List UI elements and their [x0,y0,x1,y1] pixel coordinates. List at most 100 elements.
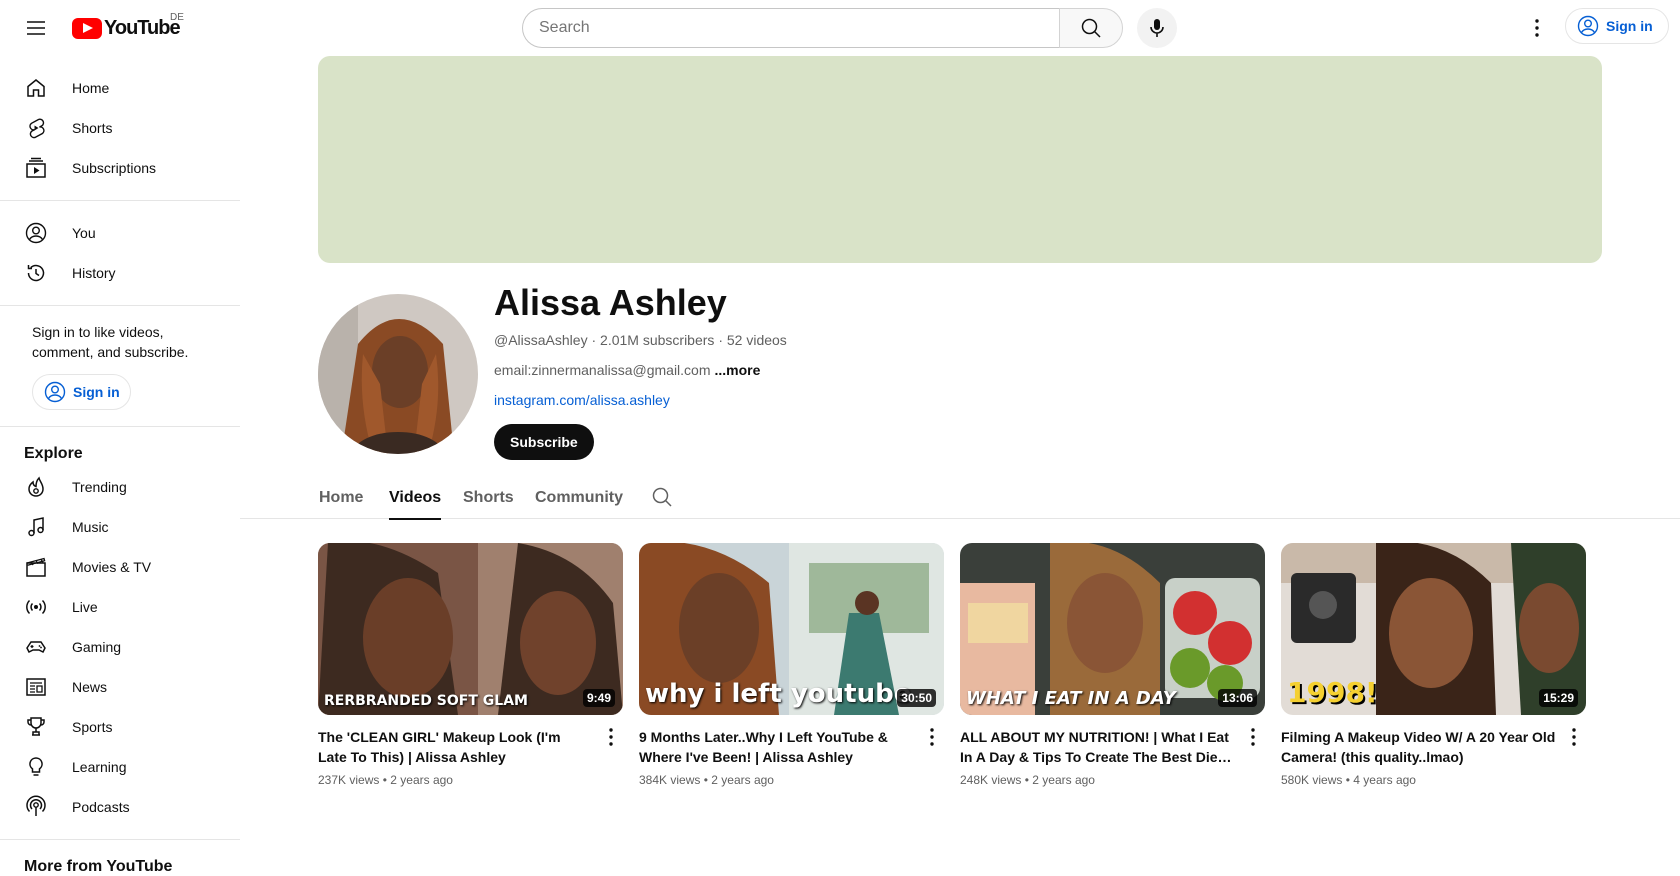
youtube-logo[interactable]: YouTube [72,17,181,40]
video-title[interactable]: The 'CLEAN GIRL' Makeup Look (I'm Late T… [318,727,593,767]
search-button[interactable] [1059,8,1123,48]
sidebar: Home Shorts Subscriptions You History Si… [0,56,240,876]
movies-icon [24,555,48,579]
video-card[interactable]: RERBRANDED SOFT GLAM 9:49 The 'CLEAN GIR… [318,543,623,789]
description-more-button[interactable]: ...more [715,362,761,378]
video-action-menu-button[interactable] [920,725,944,749]
video-thumbnail[interactable]: RERBRANDED SOFT GLAM 9:49 [318,543,623,715]
thumbnail-image [318,543,623,715]
channel-avatar[interactable] [318,294,478,454]
video-card[interactable]: WHAT I EAT IN A DAY 13:06 ALL ABOUT MY N… [960,543,1265,789]
subscriptions-icon [24,156,48,180]
tab-shorts[interactable]: Shorts [463,476,514,519]
video-title[interactable]: 9 Months Later..Why I Left YouTube & Whe… [639,727,914,767]
shorts-icon [24,116,48,140]
sidebar-item-history[interactable]: History [0,253,240,293]
more-vertical-icon [930,728,934,746]
sidebar-item-label: Gaming [72,639,122,655]
sidebar-item-music[interactable]: Music [0,507,240,547]
channel-handle: @AlissaAshley [494,332,588,348]
youtube-play-icon [72,18,102,39]
video-details: 9 Months Later..Why I Left YouTube & Whe… [639,715,944,789]
sidebar-item-label: Sports [72,719,113,735]
sidebar-item-label: Music [72,519,109,535]
guide-menu-button[interactable] [16,8,56,48]
video-details: ALL ABOUT MY NUTRITION! | What I Eat In … [960,715,1265,789]
video-title[interactable]: Filming A Makeup Video W/ A 20 Year Old … [1281,727,1556,767]
meta-separator: · [718,332,727,348]
more-vertical-icon [609,728,613,746]
video-action-menu-button[interactable] [1241,725,1265,749]
more-vertical-icon [1535,19,1539,37]
video-views: 580K views [1281,773,1343,787]
sidebar-item-learning[interactable]: Learning [0,747,240,787]
video-thumbnail[interactable]: 1998! 15:29 [1281,543,1586,715]
video-details: Filming A Makeup Video W/ A 20 Year Old … [1281,715,1586,789]
sidebar-item-trending[interactable]: Trending [0,467,240,507]
live-icon [24,595,48,619]
microphone-icon [1150,19,1164,37]
signin-prompt: Sign in to like videos, comment, and sub… [32,324,189,360]
video-thumbnail[interactable]: WHAT I EAT IN A DAY 13:06 [960,543,1265,715]
sidebar-item-shorts[interactable]: Shorts [0,108,240,148]
video-metadata: 237K views • 2 years ago [318,771,593,789]
video-card[interactable]: 1998! 15:29 Filming A Makeup Video W/ A … [1281,543,1586,789]
sidebar-item-you[interactable]: You [0,213,240,253]
channel-meta: @AlissaAshley · 2.01M subscribers · 52 v… [494,332,787,348]
sidebar-item-home[interactable]: Home [0,68,240,108]
sidebar-item-subscriptions[interactable]: Subscriptions [0,148,240,188]
video-duration: 9:49 [582,689,615,707]
video-title[interactable]: ALL ABOUT MY NUTRITION! | What I Eat In … [960,727,1235,767]
thumbnail-caption: 1998! [1287,676,1378,709]
sidebar-item-label: You [72,225,96,241]
video-metadata: 384K views • 2 years ago [639,771,914,789]
sign-in-label: Sign in [73,384,120,400]
video-action-menu-button[interactable] [1562,725,1586,749]
more-vertical-icon [1572,728,1576,746]
video-duration: 13:06 [1218,689,1257,707]
channel-tabs: Home Videos Shorts Community [240,476,1680,520]
music-icon [24,515,48,539]
avatar-image [318,294,478,454]
search-box [522,8,1123,48]
video-details: The 'CLEAN GIRL' Makeup Look (I'm Late T… [318,715,623,789]
sidebar-item-live[interactable]: Live [0,587,240,627]
sign-in-label: Sign in [1606,18,1653,34]
sidebar-item-label: Podcasts [72,799,130,815]
tab-videos[interactable]: Videos [389,476,442,520]
thumbnail-caption: WHAT I EAT IN A DAY [966,688,1176,709]
channel-external-link[interactable]: instagram.com/alissa.ashley [494,392,670,408]
sidebar-item-news[interactable]: News [0,667,240,707]
sidebar-item-sports[interactable]: Sports [0,707,240,747]
sidebar-item-gaming[interactable]: Gaming [0,627,240,667]
channel-search-button[interactable] [650,485,674,509]
sidebar-item-movies[interactable]: Movies & TV [0,547,240,587]
video-thumbnail[interactable]: why i left youtube 30:50 [639,543,944,715]
you-icon [24,221,48,245]
sidebar-item-label: Movies & TV [72,559,152,575]
sidebar-item-label: Shorts [72,120,113,136]
channel-description[interactable]: email:zinnermanalissa@gmail.com ...more [494,362,760,378]
hamburger-menu-icon [27,21,45,35]
video-action-menu-button[interactable] [599,725,623,749]
video-age: 2 years ago [711,773,774,787]
home-icon [24,76,48,100]
video-views: 384K views [639,773,701,787]
video-age: 2 years ago [1032,773,1095,787]
voice-search-button[interactable] [1137,8,1177,48]
channel-name: Alissa Ashley [494,282,727,323]
sign-in-button[interactable]: Sign in [1565,8,1669,44]
video-age: 2 years ago [390,773,453,787]
video-duration: 30:50 [897,689,936,707]
explore-title: Explore [24,445,83,462]
subscribe-button[interactable]: Subscribe [494,424,594,460]
sidebar-sign-in-button[interactable]: Sign in [32,374,131,410]
sidebar-item-podcasts[interactable]: Podcasts [0,787,240,827]
tab-community[interactable]: Community [535,476,623,519]
video-views: 237K views [318,773,380,787]
video-card[interactable]: why i left youtube 30:50 9 Months Later.… [639,543,944,789]
tab-home[interactable]: Home [319,476,363,519]
gaming-icon [24,635,48,659]
settings-more-button[interactable] [1517,8,1557,48]
search-input[interactable] [522,8,1059,48]
